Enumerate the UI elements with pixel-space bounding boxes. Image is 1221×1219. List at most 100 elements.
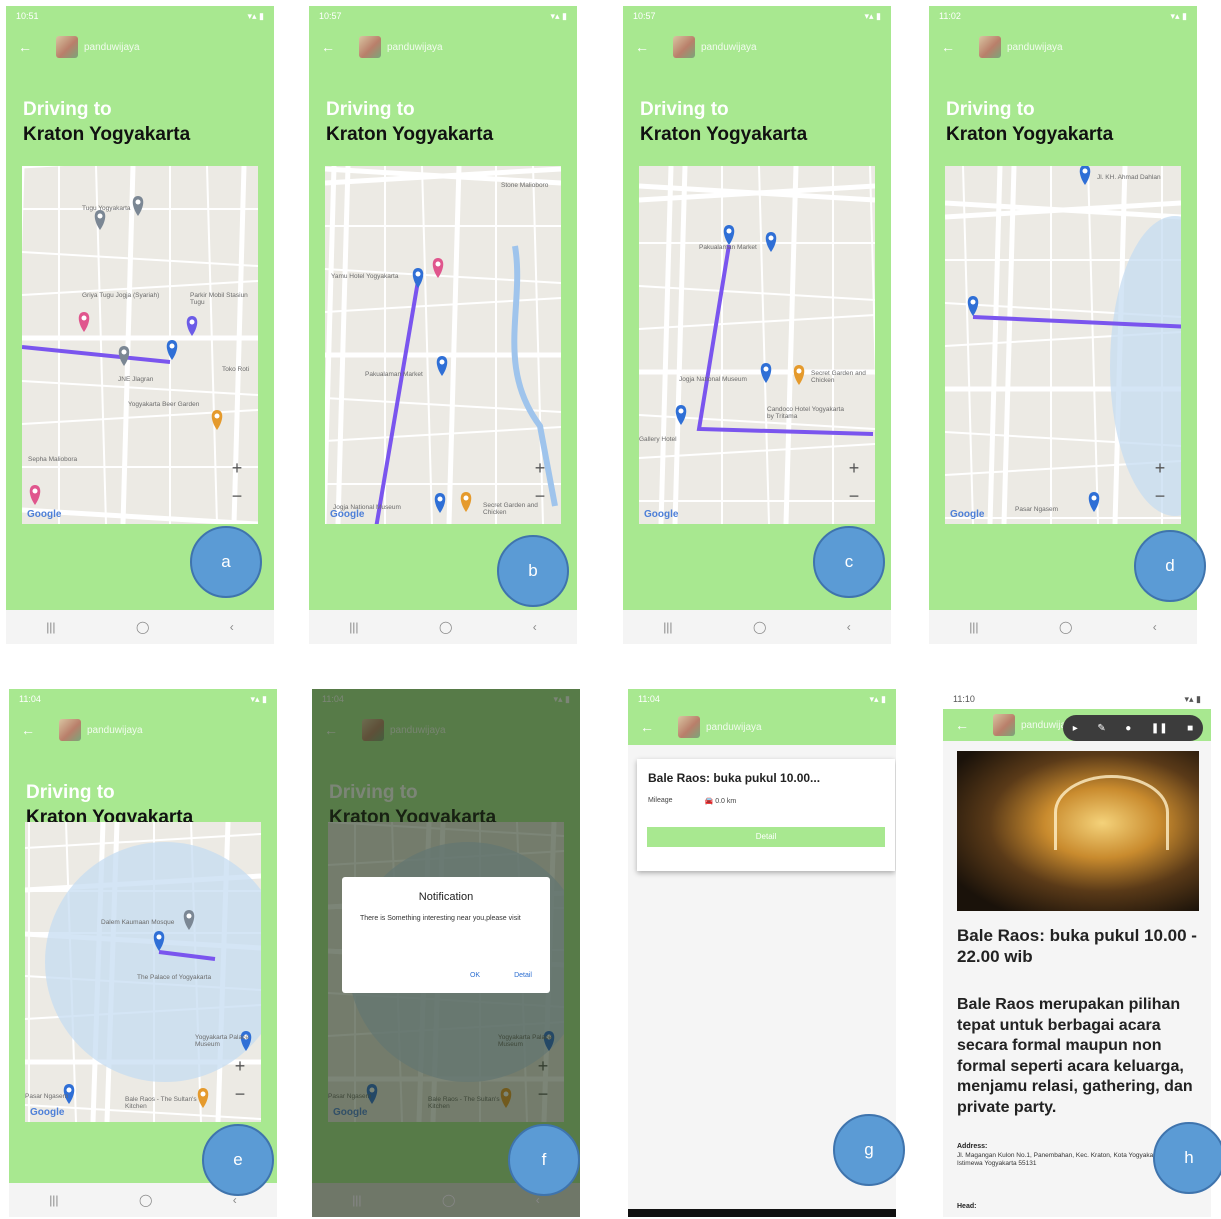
back-chevron-icon[interactable]: ‹ [1153,620,1157,634]
zoom-out-button[interactable]: − [843,482,865,510]
status-icons: ▾▴ ▮ [247,10,265,21]
map-marker-icon[interactable] [434,493,446,513]
poi-card[interactable]: Bale Raos: buka pukul 10.00... Mileage 🚘 0… [637,759,895,871]
home-icon[interactable]: ◯ [139,1193,152,1207]
home-icon[interactable]: ◯ [439,620,452,634]
map-marker-icon[interactable] [78,312,90,332]
map-canvas[interactable] [25,822,261,1122]
card-detail-button[interactable]: Detail [647,827,885,847]
map-place-label: Sepha Maliobora [28,456,78,463]
zoom-in-button[interactable]: + [1149,454,1171,482]
map-place-label: Pakualaman Market [365,371,423,378]
zoom-out-button[interactable]: − [226,482,248,510]
map-marker-icon[interactable] [760,363,772,383]
map-place-label: Pasar Ngasem [25,1093,68,1100]
zoom-in-button[interactable]: + [529,454,551,482]
back-chevron-icon[interactable]: ‹ [533,620,537,634]
map-view[interactable]: Pasar Ngasem Jl. KH. Ahmad Dahlan + − Google [945,166,1181,524]
recents-icon[interactable]: ||| [49,1193,58,1207]
home-icon[interactable]: ◯ [136,620,149,634]
distance-text: 0.0 km [715,798,737,805]
recents-icon[interactable]: ||| [46,620,55,634]
map-marker-icon[interactable] [132,196,144,216]
map-view[interactable]: Yamu Hotel Yogyakarta Pakualaman Market Jo… [325,166,561,524]
stop-icon[interactable]: ■ [1187,723,1193,734]
status-time: 10:51 [16,11,39,21]
map-marker-icon[interactable] [967,296,979,316]
app-bar: ← panduwijaya [628,709,896,745]
play-icon[interactable]: ▸ [1073,723,1078,734]
map-view[interactable]: Tugu Yogyakarta Griya Tugu Jogja (Syariah… [22,166,258,524]
zoom-in-button[interactable]: + [229,1052,251,1080]
mileage-label: Mileage [648,797,673,804]
arrow-left-icon[interactable]: ← [18,39,42,55]
dialog-title: Notification [418,891,474,903]
arrow-left-icon[interactable]: ← [21,722,45,738]
home-icon[interactable]: ◯ [753,620,766,634]
arrow-left-icon[interactable]: ← [955,717,979,733]
map-marker-icon[interactable] [166,340,178,360]
home-icon[interactable]: ◯ [1059,620,1072,634]
home-indicator-bar [628,1209,896,1217]
map-marker-icon[interactable] [412,268,424,288]
map-marker-icon[interactable] [436,356,448,376]
app-bar: ← panduwijaya [623,28,891,66]
ok-button[interactable]: OK [470,972,480,979]
zoom-in-button[interactable]: + [843,454,865,482]
panel-label: c [813,526,885,598]
map-canvas[interactable] [22,166,258,524]
map-marker-icon[interactable] [186,316,198,336]
map-place-label: Pakualaman Market [699,244,757,251]
distance-value: 🚘 0.0 km [705,797,737,805]
pen-icon[interactable]: ✎ [1097,723,1105,734]
map-canvas[interactable] [945,166,1181,524]
map-marker-icon[interactable] [793,365,805,385]
map-place-label: Yamu Hotel Yogyakarta [331,273,399,280]
google-logo: Google [27,509,62,520]
map-place-label: Bale Raos - The Sultan's Kitchen [125,1096,197,1110]
recents-icon[interactable]: ||| [969,620,978,634]
status-bar: 10:51 ▾▴ ▮ [6,6,274,26]
map-place-label: Pasar Ngasem [1015,506,1058,513]
app-name: panduwijaya [84,41,140,53]
recents-icon[interactable]: ||| [349,620,358,634]
dialog-message: There is Something interesting near you,… [360,915,521,922]
map-marker-icon[interactable] [765,232,777,252]
map-marker-icon[interactable] [29,485,41,505]
map-canvas[interactable] [325,166,561,524]
destination-title: Kraton Yogyakarta [23,124,191,145]
person-icon[interactable]: ● [1125,723,1131,734]
panel-label: h [1153,1122,1221,1194]
zoom-in-button[interactable]: + [226,454,248,482]
arrow-left-icon[interactable]: ← [941,39,965,55]
status-time: 11:10 [953,694,975,704]
map-place-label: Toko Roti [222,366,250,373]
back-chevron-icon[interactable]: ‹ [847,620,851,634]
recents-icon[interactable]: ||| [352,1193,361,1207]
poi-detail-title: Bale Raos: buka pukul 10.00 - 22.00 wib [957,926,1197,966]
map-marker-icon[interactable] [460,492,472,512]
recents-icon[interactable]: ||| [663,620,672,634]
google-logo: Google [644,509,679,520]
arrow-left-icon[interactable]: ← [635,39,659,55]
arrow-left-icon[interactable]: ← [640,719,664,735]
detail-button[interactable]: Detail [514,972,532,979]
map-view[interactable]: Dalem Kaumaan Mosque The Palace of Yogyak… [25,822,261,1122]
map-place-label: Secret Garden and Chicken [811,370,866,384]
home-icon[interactable]: ◯ [442,1193,455,1207]
map-view[interactable]: Pakualaman Market Jogja National Museum Se… [639,166,875,524]
arrow-left-icon[interactable]: ← [321,39,345,55]
zoom-controls: +− [1149,454,1171,510]
zoom-out-button[interactable]: − [529,482,551,510]
map-place-label: Candoco Hotel Yogyakarta by Tritama [767,406,844,420]
zoom-out-button[interactable]: − [1149,482,1171,510]
map-marker-icon[interactable] [94,210,106,230]
destination-title: Kraton Yogyakarta [326,124,494,145]
zoom-out-button[interactable]: − [229,1080,251,1108]
app-bar: ← panduwijaya [6,28,274,66]
notification-dialog: Notification There is Something interesti… [342,877,550,993]
map-canvas[interactable] [639,166,875,524]
back-chevron-icon[interactable]: ‹ [230,620,234,634]
pause-icon[interactable]: ❚❚ [1151,723,1168,734]
app-name: panduwijaya [706,721,762,733]
